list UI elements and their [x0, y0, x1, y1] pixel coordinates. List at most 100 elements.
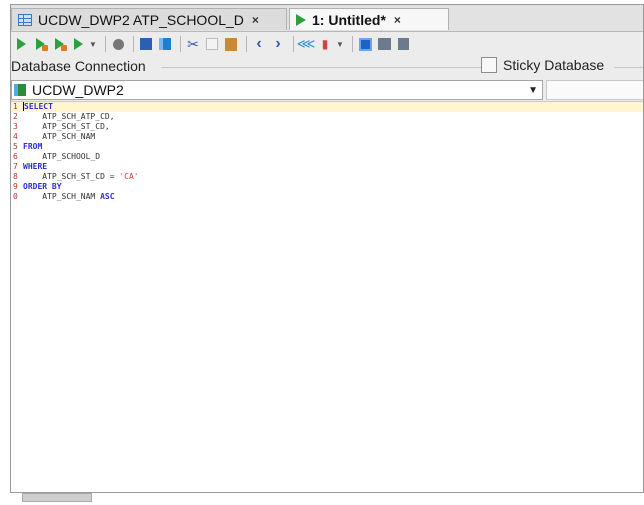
- sql-identifier: ATP_SCH_ATP_CD,: [23, 112, 115, 121]
- commit-button[interactable]: [138, 36, 154, 52]
- code-line: 5 FROM: [13, 142, 139, 152]
- code-text: FROM: [23, 142, 42, 152]
- chevron-left-icon: ‹: [256, 35, 262, 52]
- code-text: WHERE: [23, 162, 47, 172]
- bottom-tab[interactable]: [22, 493, 92, 502]
- tab-table-atp-school-d[interactable]: UCDW_DWP2 ATP_SCHOOL_D ×: [11, 8, 287, 30]
- sql-keyword: WHERE: [23, 162, 48, 171]
- table-icon: [18, 13, 32, 26]
- toolbar-separator: [352, 36, 353, 52]
- code-text: ATP_SCH_ST_CD = 'CA': [23, 172, 139, 182]
- sql-keyword: ASC: [100, 192, 115, 201]
- worksheet-icon: [296, 13, 306, 26]
- code-text: ORDER BY: [23, 182, 62, 192]
- code-text: ATP_SCH_ATP_CD,: [23, 112, 115, 122]
- toolbar-separator: [133, 36, 134, 52]
- code-lines: 1 SELECT 2 ATP_SCH_ATP_CD, 3 ATP_SCH_ST_CD,…: [13, 102, 139, 202]
- run-icon: [16, 38, 26, 50]
- toolbar-separator: [105, 36, 106, 52]
- sticky-database-checkbox[interactable]: Sticky Database: [481, 57, 605, 73]
- sticky-database-label: Sticky Database: [503, 57, 605, 73]
- paste-button[interactable]: [223, 36, 239, 52]
- code-line: 3 ATP_SCH_ST_CD,: [13, 122, 139, 132]
- line-number: 4: [13, 132, 18, 141]
- copy-icon: [206, 38, 218, 50]
- code-text: ATP_SCH_ST_CD,: [23, 122, 110, 132]
- connection-select[interactable]: UCDW_DWP2 ▼: [11, 80, 543, 100]
- sql-identifier: ATP_SCH_ST_CD =: [23, 172, 120, 181]
- section-divider: [161, 67, 481, 68]
- back-button[interactable]: ‹: [251, 35, 267, 52]
- rollback-button[interactable]: [157, 36, 173, 52]
- bottom-panel-strip: [10, 493, 644, 503]
- chevron-down-icon[interactable]: ▼: [89, 40, 97, 49]
- explain-plan-button[interactable]: [70, 36, 86, 52]
- line-number: 7: [13, 162, 18, 171]
- line-number: 1: [13, 102, 18, 111]
- single-view-button[interactable]: [395, 36, 411, 52]
- sql-worksheet-window: UCDW_DWP2 ATP_SCHOOL_D × 1: Untitled* × …: [10, 4, 644, 493]
- database-icon: [14, 84, 26, 96]
- cut-button[interactable]: ✂: [185, 36, 201, 52]
- debug-icon: [54, 38, 64, 50]
- debug-button[interactable]: [51, 36, 67, 52]
- eraser-icon: ▮: [321, 37, 329, 51]
- toolbar-separator: [246, 36, 247, 52]
- tab-label: UCDW_DWP2 ATP_SCHOOL_D: [38, 11, 244, 28]
- sql-keyword: ORDER BY: [23, 182, 62, 191]
- close-icon[interactable]: ×: [394, 13, 401, 27]
- line-number: 3: [13, 122, 18, 131]
- tab-bar: UCDW_DWP2 ATP_SCHOOL_D × 1: Untitled* ×: [11, 5, 643, 32]
- line-number: 9: [13, 182, 18, 191]
- clear-button[interactable]: ▮: [317, 36, 333, 52]
- run-script-button[interactable]: [32, 36, 48, 52]
- code-text: ATP_SCH_NAM ASC: [23, 192, 115, 202]
- paste-icon: [225, 37, 237, 51]
- section-divider: [614, 67, 643, 68]
- code-line: 0 ATP_SCH_NAM ASC: [13, 192, 139, 202]
- forward-button[interactable]: ›: [270, 35, 286, 52]
- code-line: 4 ATP_SCH_NAM: [13, 132, 139, 142]
- split-view-button[interactable]: [376, 36, 392, 52]
- connection-selected-value: UCDW_DWP2: [32, 82, 124, 98]
- code-line: 7 WHERE: [13, 162, 139, 172]
- line-number: 6: [13, 152, 18, 161]
- worksheet-toolbar: ▼ ✂ ‹ › ⋘ ▮ ▼: [11, 32, 643, 56]
- tab-untitled-worksheet[interactable]: 1: Untitled* ×: [289, 8, 449, 30]
- explain-icon: [73, 38, 83, 50]
- code-line: 2 ATP_SCH_ATP_CD,: [13, 112, 139, 122]
- schema-field[interactable]: [546, 80, 643, 100]
- code-line: 6 ATP_SCHOOL_D: [13, 152, 139, 162]
- commit-icon: [140, 38, 152, 50]
- copy-button[interactable]: [204, 36, 220, 52]
- chevron-right-icon: ›: [275, 35, 281, 52]
- chevron-down-icon[interactable]: ▼: [528, 85, 538, 96]
- sql-identifier: ATP_SCH_NAM: [23, 132, 96, 141]
- stop-icon: [112, 38, 124, 50]
- sql-editor[interactable]: 1 SELECT 2 ATP_SCH_ATP_CD, 3 ATP_SCH_ST_CD,…: [11, 101, 643, 492]
- sql-keyword: FROM: [23, 142, 43, 151]
- sql-identifier: ATP_SCHOOL_D: [23, 152, 101, 161]
- grid-view-button[interactable]: [357, 36, 373, 52]
- code-text: SELECT: [23, 102, 53, 112]
- sql-tree-button[interactable]: ⋘: [297, 36, 316, 52]
- code-text: ATP_SCH_NAM: [23, 132, 95, 142]
- chevron-down-icon[interactable]: ▼: [336, 40, 344, 49]
- code-line: 9 ORDER BY: [13, 182, 139, 192]
- grid-icon: [358, 37, 372, 51]
- run-script-icon: [35, 38, 45, 50]
- sql-keyword: SELECT: [24, 102, 53, 111]
- code-line: 1 SELECT: [13, 102, 139, 112]
- sql-string: 'CA': [119, 172, 139, 181]
- sql-identifier: ATP_SCH_NAM: [23, 192, 101, 201]
- panel-icon: [397, 38, 409, 50]
- run-statement-button[interactable]: [13, 36, 29, 52]
- stop-button[interactable]: [110, 36, 126, 52]
- code-text: ATP_SCHOOL_D: [23, 152, 100, 162]
- checkbox-box[interactable]: [481, 57, 497, 73]
- rollback-icon: [159, 38, 171, 50]
- line-number: 0: [13, 192, 18, 201]
- close-icon[interactable]: ×: [252, 13, 259, 27]
- toolbar-separator: [180, 36, 181, 52]
- sql-identifier: ATP_SCH_ST_CD,: [23, 122, 110, 131]
